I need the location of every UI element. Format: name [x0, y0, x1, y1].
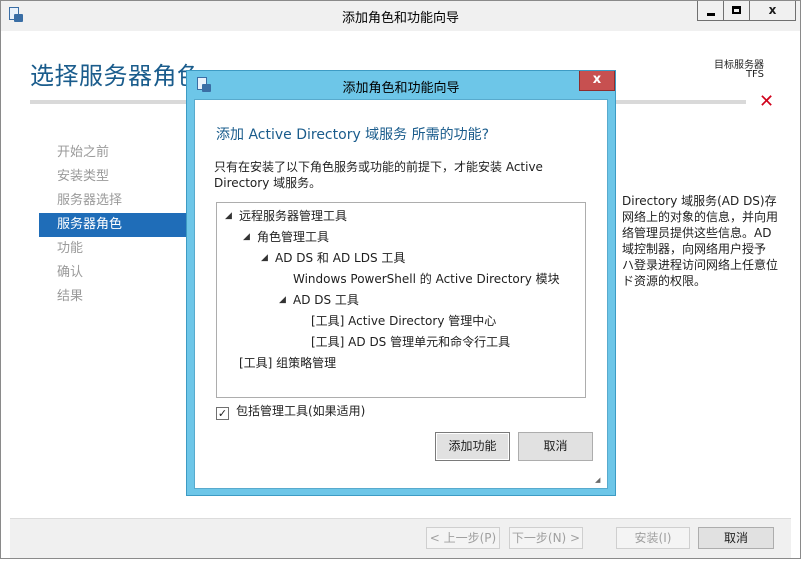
tree-item[interactable]: ◢ 远程服务器管理工具 [225, 207, 347, 225]
description-line: ド资源的权限。 [622, 274, 707, 288]
tree-item[interactable]: [工具] AD DS 管理单元和命令行工具 [311, 333, 510, 351]
collapse-triangle-icon[interactable]: ◢ [225, 207, 239, 225]
tree-item-label: 角色管理工具 [257, 230, 330, 244]
wizard-footer: < 上一步(P) 下一步(N) > 安装(I) 取消 [10, 518, 791, 558]
description-line: 络管理员提供这些信息。AD [622, 226, 772, 240]
install-button[interactable]: 安装(I) [616, 527, 690, 549]
maximize-button[interactable] [723, 1, 750, 21]
close-button[interactable]: x [749, 1, 796, 21]
dialog-title: 添加角色和功能向导 [342, 81, 460, 96]
close-icon: x [592, 72, 602, 87]
dialog-cancel-button[interactable]: 取消 [518, 432, 593, 461]
description-line: 网络上的对象的信息，并向用 [622, 210, 779, 224]
nav-item-server-roles[interactable]: 服务器角色 [39, 213, 199, 237]
dialog-close-button[interactable]: x [579, 71, 615, 91]
window-controls: x [697, 1, 796, 21]
nav-item-features[interactable]: 功能 [39, 237, 199, 261]
minimize-icon [707, 13, 715, 16]
nav-item-server-selection[interactable]: 服务器选择 [39, 189, 199, 213]
include-tools-label: 包括管理工具(如果适用) [236, 404, 366, 418]
resize-grip-icon[interactable]: ◢ [595, 476, 600, 484]
window-title: 添加角色和功能向导 [341, 11, 459, 26]
wizard-nav: 开始之前 安装类型 服务器选择 服务器角色 功能 确认 结果 [39, 141, 199, 309]
add-features-dialog: 添加角色和功能向导 x 添加 Active Directory 域服务 所需的功… [186, 70, 616, 496]
description-line: 域控制器，向网络用户授予 [622, 242, 767, 256]
description-line: ハ登录进程访问网络上任意位 [622, 258, 779, 272]
dialog-content: 添加 Active Directory 域服务 所需的功能? 只有在安装了以下角… [194, 99, 608, 489]
tree-item[interactable]: [工具] 组策略管理 [239, 354, 336, 372]
dialog-titlebar[interactable]: 添加角色和功能向导 x [187, 71, 615, 99]
dialog-note: 只有在安装了以下角色服务或功能的前提下，才能安装 Active Director… [214, 160, 543, 190]
collapse-triangle-icon[interactable]: ◢ [279, 291, 293, 309]
tree-item-label: [工具] Active Directory 管理中心 [311, 314, 497, 328]
previous-button[interactable]: < 上一步(P) [426, 527, 500, 549]
tree-item[interactable]: ◢ 角色管理工具 [243, 228, 329, 246]
tree-item-label: AD DS 和 AD LDS 工具 [275, 251, 406, 265]
maximize-icon [732, 6, 741, 14]
role-description: Directory 域服务(AD DS)存 网络上的对象的信息，并向用 络管理员… [622, 193, 792, 289]
nav-item-installation-type[interactable]: 安装类型 [39, 165, 199, 189]
minimize-button[interactable] [697, 1, 724, 21]
include-tools-option[interactable]: ✓ 包括管理工具(如果适用) [216, 403, 366, 420]
nav-item-before-you-begin[interactable]: 开始之前 [39, 141, 199, 165]
tree-item-label: [工具] AD DS 管理单元和命令行工具 [311, 335, 511, 349]
page-title: 选择服务器角色 [30, 62, 202, 90]
dialog-heading: 添加 Active Directory 域服务 所需的功能? [216, 127, 490, 143]
required-features-tree: ◢ 远程服务器管理工具 ◢ 角色管理工具 ◢ AD DS 和 AD LDS 工具 Wi… [216, 202, 586, 398]
target-server-value: TFS [745, 69, 764, 80]
main-titlebar[interactable]: 添加角色和功能向导 x [1, 1, 800, 31]
tree-item[interactable]: ◢ AD DS 工具 [279, 291, 359, 309]
red-x-icon[interactable]: ✕ [759, 91, 774, 112]
tree-item[interactable]: Windows PowerShell 的 Active Directory 模块 [293, 270, 560, 288]
tree-item-label: 远程服务器管理工具 [239, 209, 348, 223]
include-tools-checkbox[interactable]: ✓ [216, 407, 229, 420]
close-icon: x [768, 3, 777, 17]
collapse-triangle-icon[interactable]: ◢ [261, 249, 275, 267]
tree-item-label: Windows PowerShell 的 Active Directory 模块 [293, 272, 560, 286]
collapse-triangle-icon[interactable]: ◢ [243, 228, 257, 246]
tree-item-label: [工具] 组策略管理 [239, 356, 337, 370]
nav-item-confirmation[interactable]: 确认 [39, 261, 199, 285]
nav-item-results[interactable]: 结果 [39, 285, 199, 309]
next-button[interactable]: 下一步(N) > [509, 527, 583, 549]
cancel-button[interactable]: 取消 [698, 527, 774, 549]
tree-item-label: AD DS 工具 [293, 293, 359, 307]
add-features-button[interactable]: 添加功能 [435, 432, 510, 461]
description-line: Directory 域服务(AD DS)存 [622, 194, 777, 208]
tree-item[interactable]: ◢ AD DS 和 AD LDS 工具 [261, 249, 405, 267]
background-window-edge [0, 558, 801, 567]
tree-item[interactable]: [工具] Active Directory 管理中心 [311, 312, 496, 330]
